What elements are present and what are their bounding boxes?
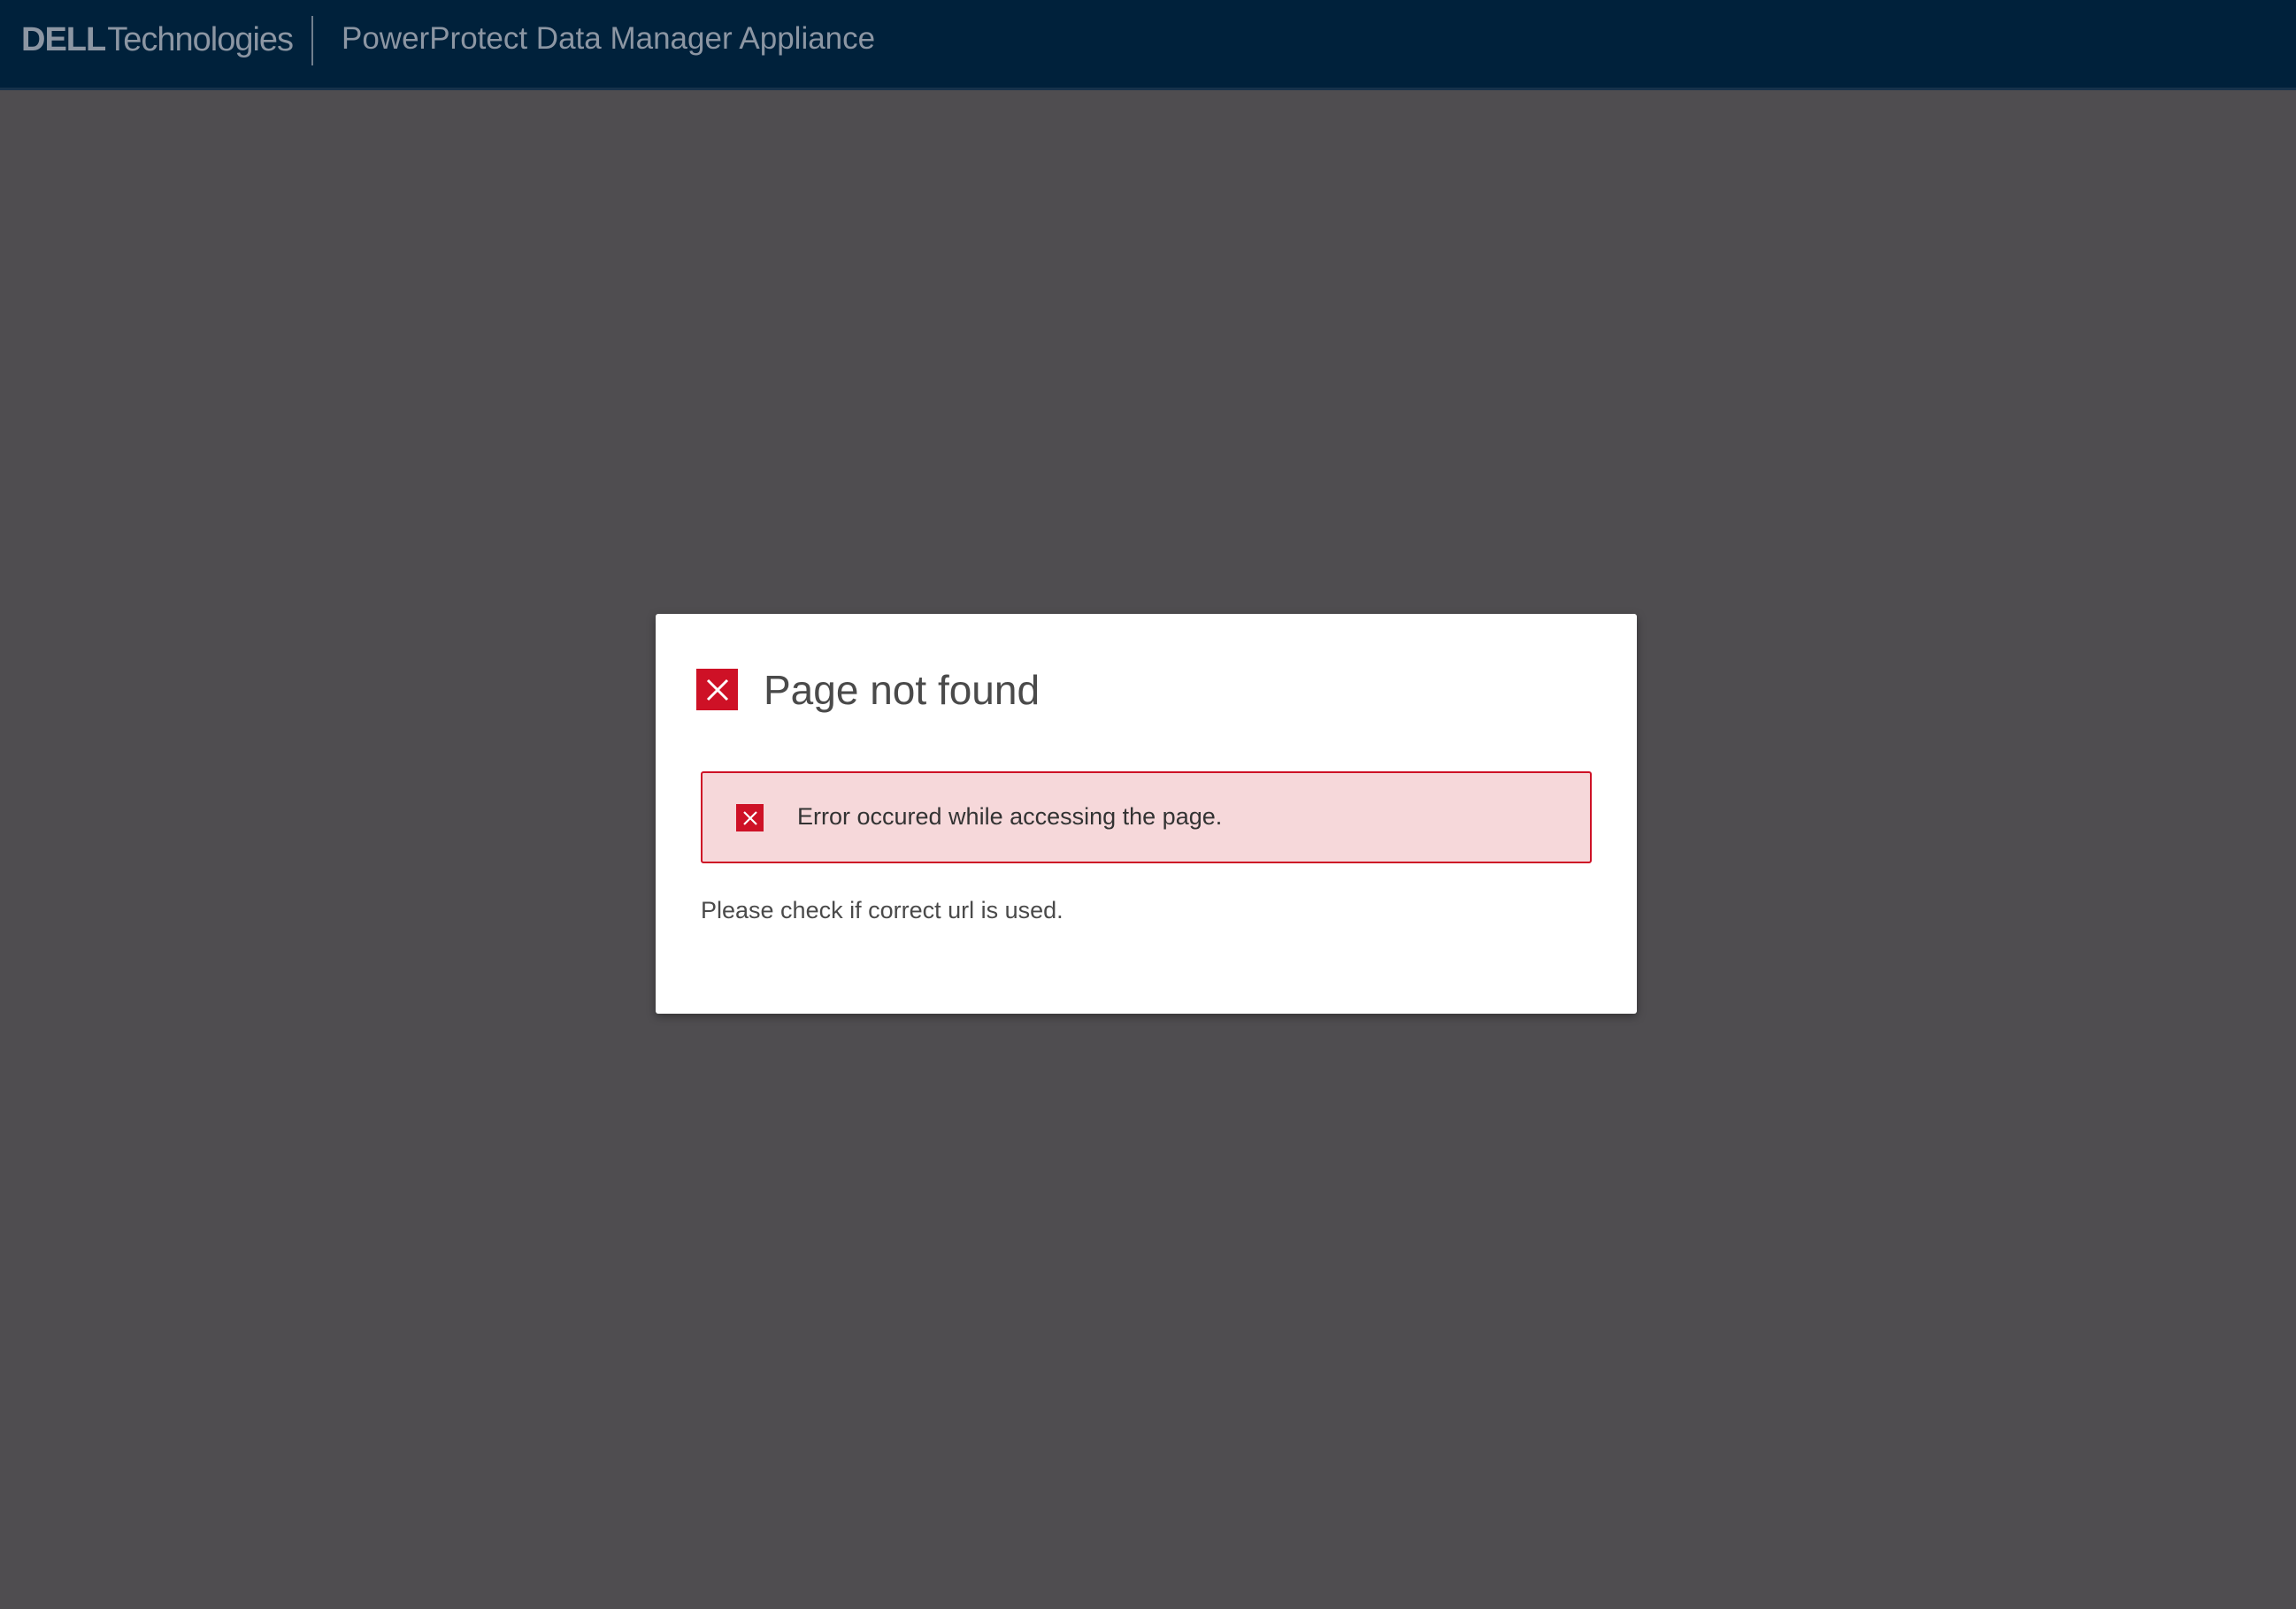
- alert-error-icon: [736, 804, 764, 831]
- logo-dell-text: DELL: [21, 20, 106, 58]
- app-header: DELL Technologies PowerProtect Data Manag…: [0, 0, 2296, 90]
- app-title: PowerProtect Data Manager Appliance: [342, 21, 876, 56]
- error-alert: Error occured while accessing the page.: [701, 771, 1592, 863]
- alert-x-mark-icon: [742, 810, 757, 825]
- dell-technologies-logo[interactable]: DELL Technologies: [21, 18, 294, 62]
- header-divider: [311, 16, 313, 65]
- header-bottom-border: [0, 88, 2296, 90]
- alert-message: Error occured while accessing the page.: [797, 803, 1223, 830]
- dialog-title: Page not found: [764, 667, 1040, 713]
- x-mark-icon: [706, 678, 728, 701]
- help-text: Please check if correct url is used.: [701, 897, 1064, 923]
- page-not-found-dialog: Page not found Error occured while acces…: [656, 614, 1637, 1014]
- error-close-icon: [696, 669, 738, 710]
- logo-technologies-text: Technologies: [107, 20, 294, 58]
